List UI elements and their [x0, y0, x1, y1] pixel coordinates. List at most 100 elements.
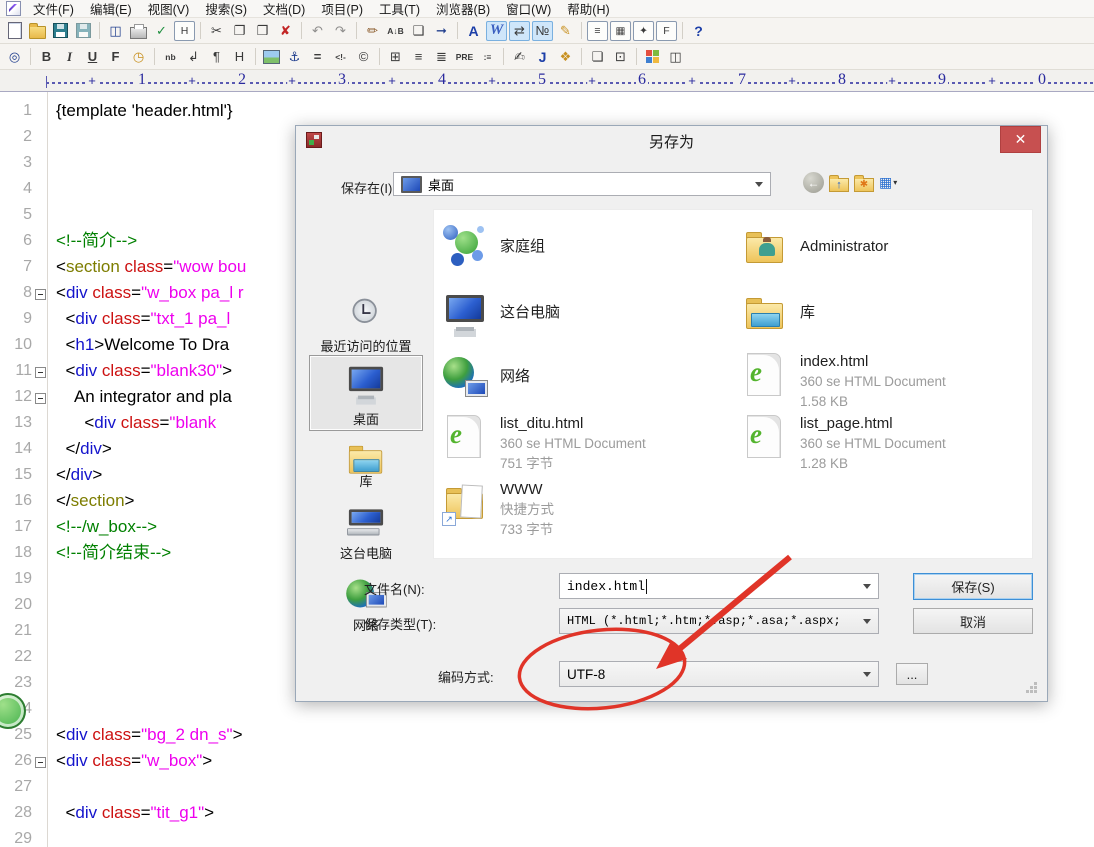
italic-button[interactable]: I — [59, 47, 80, 67]
cut-button[interactable]: ✂ — [206, 21, 227, 41]
table-tag-button[interactable]: ⊞ — [385, 47, 406, 67]
encoding-combobox[interactable]: UTF-8 — [559, 661, 879, 687]
file-item[interactable]: 家庭组 — [442, 224, 545, 270]
file-item[interactable]: list_page.html360 se HTML Document1.28 K… — [742, 414, 946, 473]
file-item[interactable]: 网络 — [442, 354, 530, 400]
anchor-tag-button[interactable]: ⚓ — [284, 47, 305, 67]
menu-item[interactable]: 窗口(W) — [498, 3, 559, 17]
line-number-toggle[interactable]: № — [532, 21, 553, 41]
sidebar-item-desktop[interactable]: 桌面 — [309, 355, 423, 431]
fold-marker[interactable] — [35, 757, 46, 768]
arrange-window-button[interactable]: ⊡ — [610, 47, 631, 67]
special-char-button[interactable]: © — [353, 47, 374, 67]
resize-grip[interactable] — [1030, 686, 1033, 689]
sidebar-item-this-pc[interactable]: 这台电脑 — [309, 503, 423, 565]
views-menu-button[interactable]: ▦▾ — [879, 174, 897, 191]
filename-input[interactable]: index.html — [559, 573, 879, 599]
context-help-button[interactable]: ? — [688, 21, 709, 41]
file-item[interactable]: ↗WWW快捷方式733 字节 — [442, 480, 554, 539]
redo-button[interactable]: ↷ — [330, 21, 351, 41]
duplicate-line-button[interactable]: ❑ — [408, 21, 429, 41]
menu-item[interactable]: 视图(V) — [140, 3, 198, 17]
menu-item[interactable]: 搜索(S) — [197, 3, 255, 17]
paste-button[interactable]: ❒ — [252, 21, 273, 41]
object-tag-button[interactable]: ❖ — [555, 47, 576, 67]
filetype-combobox[interactable]: HTML (*.html;*.htm;*.asp;*.asa;*.aspx; — [559, 608, 879, 634]
new-file-button[interactable] — [4, 21, 25, 41]
file-item[interactable]: 库 — [742, 290, 815, 336]
fold-marker[interactable] — [35, 367, 46, 378]
split-window-button[interactable]: ◫ — [665, 47, 686, 67]
format-painter-button[interactable]: ✏ — [362, 21, 383, 41]
bold-button[interactable]: B — [36, 47, 57, 67]
browser-preview-button[interactable]: ◎ — [4, 47, 25, 67]
sidebar-item-recent[interactable]: 最近访问的位置 — [309, 294, 423, 358]
div-tag-button[interactable]: ≣ — [431, 47, 452, 67]
print-preview-button[interactable]: ◫ — [105, 21, 126, 41]
script-tag-button[interactable]: J — [532, 47, 553, 67]
back-button[interactable]: ← — [803, 172, 824, 193]
comment-tag-button[interactable]: <!- — [330, 47, 351, 67]
file-item[interactable]: Administrator — [742, 224, 888, 270]
panel-directory-button[interactable]: ≡ — [587, 21, 608, 41]
save-button[interactable]: 保存(S) — [913, 573, 1033, 600]
code-line[interactable]: 28 <div class="tit_g1"> — [0, 800, 1094, 826]
menu-item[interactable]: 文件(F) — [25, 3, 82, 17]
code-line[interactable]: 25<div class="bg_2 dn_s"> — [0, 722, 1094, 748]
indent-list-button[interactable]: ➞ — [431, 21, 452, 41]
save-file-button[interactable] — [50, 21, 71, 41]
pre-tag-button[interactable]: PRE — [454, 47, 475, 67]
spell-check-button[interactable]: ✓ — [151, 21, 172, 41]
html-check-button[interactable]: H — [174, 21, 195, 41]
file-item[interactable]: list_ditu.html360 se HTML Document751 字节 — [442, 414, 646, 473]
hr-tag-button[interactable]: = — [307, 47, 328, 67]
menu-item[interactable]: 帮助(H) — [559, 3, 617, 17]
sidebar-item-libraries[interactable]: 库 — [309, 437, 423, 493]
datetime-button[interactable]: ◷ — [128, 47, 149, 67]
nbsp-button[interactable]: nb — [160, 47, 181, 67]
cancel-button[interactable]: 取消 — [913, 608, 1033, 634]
new-window-button[interactable]: ❏ — [587, 47, 608, 67]
center-tag-button[interactable]: ≡ — [408, 47, 429, 67]
delete-button[interactable]: ✘ — [275, 21, 296, 41]
file-list[interactable]: 家庭组这台电脑网络 list_ditu.html360 se HTML Docum… — [433, 209, 1033, 559]
word-wrap-toggle[interactable]: W — [486, 21, 507, 41]
fold-marker[interactable] — [35, 289, 46, 300]
save-in-combobox[interactable]: 桌面 — [393, 172, 771, 196]
print-button[interactable] — [128, 21, 149, 41]
panel-functions-button[interactable]: F — [656, 21, 677, 41]
font-button[interactable]: A — [463, 21, 484, 41]
code-line[interactable]: 1{template 'header.html'} — [0, 98, 1094, 124]
up-one-level-button[interactable]: ↑ — [829, 178, 849, 192]
undo-button[interactable]: ↶ — [307, 21, 328, 41]
list-tag-button[interactable]: :≡ — [477, 47, 498, 67]
code-line[interactable]: 27 — [0, 774, 1094, 800]
panel-cliptext-button[interactable]: ▦ — [610, 21, 631, 41]
preferences-button[interactable]: ✎ — [555, 21, 576, 41]
file-item[interactable]: index.html360 se HTML Document1.58 KB — [742, 352, 946, 411]
menu-item[interactable]: 工具(T) — [371, 3, 428, 17]
underline-button[interactable]: U — [82, 47, 103, 67]
more-encodings-button[interactable]: ... — [896, 663, 928, 685]
paragraph-tag-button[interactable]: ¶ — [206, 47, 227, 67]
form-tag-button[interactable]: ✍ — [509, 47, 530, 67]
sort-ab-button[interactable]: A↓B — [385, 21, 406, 41]
open-file-button[interactable] — [27, 21, 48, 41]
menu-item[interactable]: 项目(P) — [313, 3, 371, 17]
font-tag-button[interactable]: F — [105, 47, 126, 67]
line-spacing-toggle[interactable]: ⇄ — [509, 21, 530, 41]
code-line[interactable]: 26<div class="w_box"> — [0, 748, 1094, 774]
save-all-button[interactable] — [73, 21, 94, 41]
menu-item[interactable]: 编辑(E) — [82, 3, 140, 17]
file-item[interactable]: 这台电脑 — [442, 290, 560, 336]
new-folder-button[interactable]: ✱ — [854, 178, 874, 192]
code-line[interactable]: 29 — [0, 826, 1094, 847]
break-tag-button[interactable]: ↲ — [183, 47, 204, 67]
dialog-titlebar[interactable]: 另存为 ✕ — [296, 126, 1047, 154]
copy-button[interactable]: ❐ — [229, 21, 250, 41]
menu-item[interactable]: 浏览器(B) — [428, 3, 498, 17]
heading-tag-button[interactable]: H — [229, 47, 250, 67]
windows-button[interactable] — [642, 47, 663, 67]
close-button[interactable]: ✕ — [1000, 126, 1041, 153]
fold-marker[interactable] — [35, 393, 46, 404]
